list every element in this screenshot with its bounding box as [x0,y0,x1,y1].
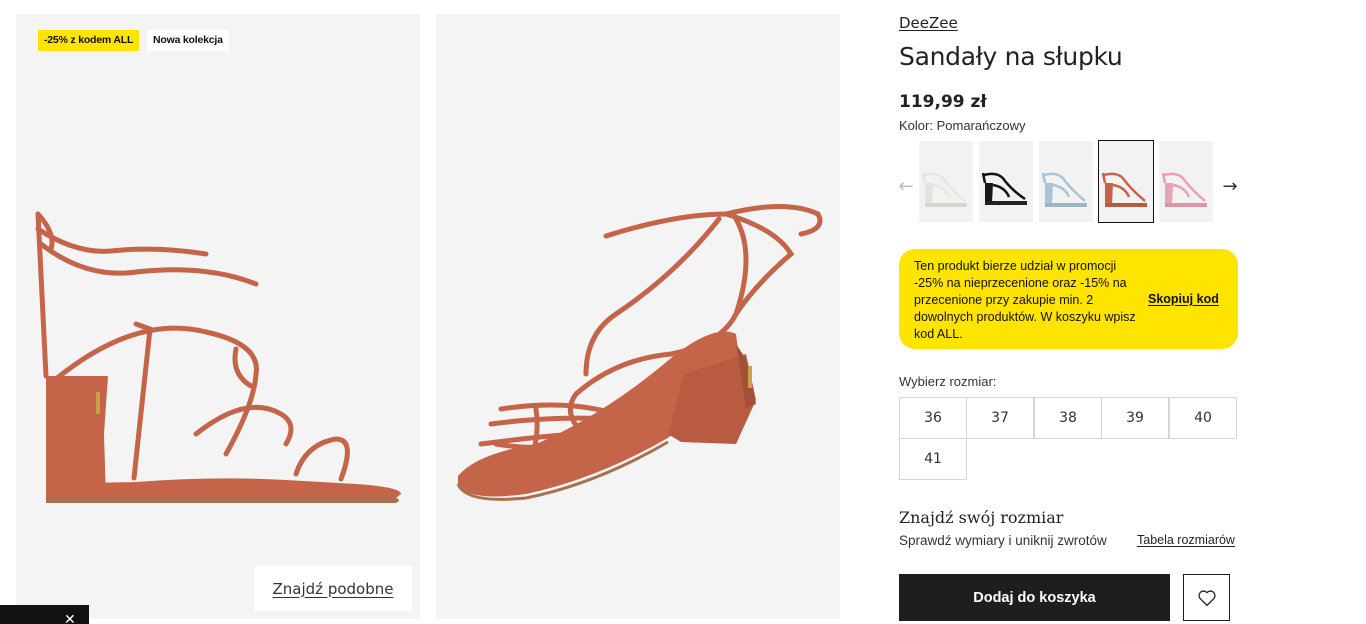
brand-link[interactable]: DeeZee [899,14,958,32]
promo-banner: Ten produkt bierze udział w promocji -25… [899,249,1238,349]
bottom-toast: ✕ [0,605,89,624]
find-size-description: Sprawdź wymiary i uniknij zwrotów [899,533,1107,548]
color-variant-white[interactable] [919,141,973,222]
color-variant-pink[interactable] [1159,141,1213,222]
size-label: Wybierz rozmiar: [899,374,997,389]
find-similar-button[interactable]: Znajdź podobne [254,566,412,611]
white-sandal-thumbnail [921,172,967,207]
product-image-angle[interactable] [436,14,840,619]
sandal-side-image [35,211,401,503]
size-table-link[interactable]: Tabela rozmiarów [1137,533,1235,547]
copy-code-link[interactable]: Skopiuj kod [1148,292,1219,306]
color-label: Kolor: [899,118,933,133]
arrow-right-icon[interactable]: → [1220,175,1240,199]
color-variant-black[interactable] [979,141,1033,222]
find-size-title: Znajdź swój rozmiar [899,508,1064,527]
black-sandal-thumbnail [981,172,1027,205]
product-title: Sandały na słupku [899,42,1123,71]
size-option-39[interactable]: 39 [1101,397,1169,439]
color-variant-light-blue[interactable] [1039,141,1093,222]
size-option-41[interactable]: 41 [899,438,967,480]
add-to-cart-button[interactable]: Dodaj do koszyka [899,574,1170,621]
orange-sandal-thumbnail [1101,172,1147,207]
color-row: Kolor: Pomarańczowy [899,118,1025,133]
arrow-left-icon[interactable]: ← [896,175,916,199]
pink-sandal-thumbnail [1161,172,1207,207]
size-option-40[interactable]: 40 [1169,397,1237,439]
heart-icon [1197,589,1216,606]
new-collection-badge: Nowa kolekcja [147,30,229,51]
size-option-36[interactable]: 36 [899,397,967,439]
size-option-38[interactable]: 38 [1034,397,1102,439]
wishlist-button[interactable] [1183,574,1230,621]
promo-text: Ten produkt bierze udział w promocji -25… [914,259,1136,341]
promo-badge: -25% z kodem ALL [38,30,140,51]
product-image-side[interactable]: -25% z kodem ALL Nowa kolekcja Znajdź po… [16,14,420,619]
light-blue-sandal-thumbnail [1041,172,1087,207]
close-icon[interactable]: ✕ [64,613,76,624]
color-value: Pomarańczowy [936,118,1026,133]
product-price: 119,99 zł [899,92,987,112]
sandal-angle-image [456,204,823,501]
size-option-37[interactable]: 37 [966,397,1034,439]
color-variant-orange[interactable] [1098,140,1154,223]
